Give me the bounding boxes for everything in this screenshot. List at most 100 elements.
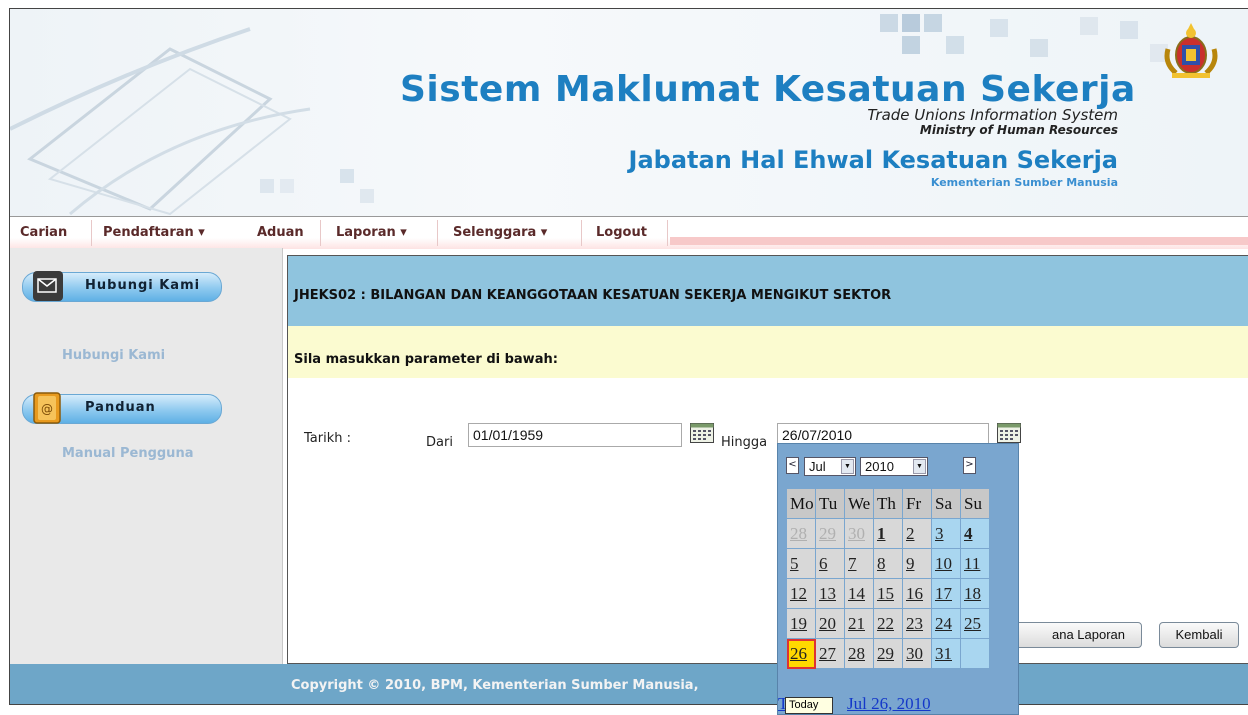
calendar-day[interactable]: 31 xyxy=(931,638,961,669)
calendar-day[interactable]: 25 xyxy=(960,608,990,639)
weekday-label: Mo xyxy=(786,488,816,519)
calendar-week-row: 28 29 30 1 2 3 4 xyxy=(786,518,990,549)
copyright-text: Copyright © 2010, BPM, Kementerian Sumbe… xyxy=(291,678,699,693)
parameter-bar: Sila masukkan parameter di bawah: xyxy=(288,326,1248,378)
year-select[interactable]: 2010 ▼ xyxy=(860,457,928,476)
nav-accent-bar xyxy=(670,237,1248,245)
weekday-label: We xyxy=(844,488,874,519)
calendar-day[interactable]: 5 xyxy=(786,548,816,579)
calendar-day[interactable]: 27 xyxy=(815,638,845,669)
chevron-down-icon: ▼ xyxy=(841,459,854,474)
sidebar: Hubungi Kami Hubungi Kami @ Panduan Manu… xyxy=(10,248,283,664)
nav-separator xyxy=(91,220,92,246)
calendar-day[interactable]: 29 xyxy=(873,638,903,669)
to-label: Hingga xyxy=(721,435,768,450)
calendar-icon[interactable] xyxy=(997,423,1021,443)
calendar-day[interactable]: 1 xyxy=(873,518,903,549)
calendar-day[interactable]: 2 xyxy=(902,518,932,549)
calendar-day[interactable]: 18 xyxy=(960,578,990,609)
calendar-day[interactable]: 28 xyxy=(844,638,874,669)
parameter-prompt: Sila masukkan parameter di bawah: xyxy=(294,352,558,367)
nav-separator xyxy=(320,220,321,246)
calendar-day[interactable]: 10 xyxy=(931,548,961,579)
book-icon: @ xyxy=(33,392,61,424)
user-manual-link[interactable]: Manual Pengguna xyxy=(62,446,193,461)
weekday-label: Th xyxy=(873,488,903,519)
date-label: Tarikh : xyxy=(304,431,351,446)
calendar-day[interactable]: 30 xyxy=(844,518,874,549)
calendar-day[interactable]: 17 xyxy=(931,578,961,609)
guide-button[interactable]: @ Panduan xyxy=(22,392,222,424)
calendar-day[interactable]: 6 xyxy=(815,548,845,579)
calendar-grid: Mo Tu We Th Fr Sa Su 28 29 30 1 2 3 4 5 … xyxy=(786,488,990,669)
generate-report-button[interactable]: ana Laporan xyxy=(998,622,1142,648)
month-select-value: Jul xyxy=(809,459,826,474)
nav-laporan[interactable]: Laporan ▾ xyxy=(336,225,407,240)
coat-of-arms-logo xyxy=(1164,23,1218,78)
prev-month-button[interactable]: < xyxy=(786,457,799,474)
report-panel: JHEKS02 : BILANGAN DAN KEANGGOTAAN KESAT… xyxy=(287,255,1248,664)
calendar-icon[interactable] xyxy=(690,423,714,443)
page-frame: Sistem Maklumat Kesatuan Sekerja Trade U… xyxy=(9,8,1248,705)
chevron-down-icon: ▼ xyxy=(913,459,926,474)
calendar-day[interactable]: 30 xyxy=(902,638,932,669)
calendar-day-empty xyxy=(960,638,990,669)
nav-separator xyxy=(437,220,438,246)
calendar-day[interactable]: 7 xyxy=(844,548,874,579)
department-name: Jabatan Hal Ehwal Kesatuan Sekerja xyxy=(628,146,1118,174)
calendar-week-row: 26 27 28 29 30 31 xyxy=(786,638,990,669)
calendar-day[interactable]: 29 xyxy=(815,518,845,549)
today-tooltip: Today xyxy=(785,697,833,714)
calendar-day[interactable]: 19 xyxy=(786,608,816,639)
ministry-name-ms: Kementerian Sumber Manusia xyxy=(930,176,1118,189)
calendar-day[interactable]: 12 xyxy=(786,578,816,609)
calendar-day[interactable]: 16 xyxy=(902,578,932,609)
report-title: JHEKS02 : BILANGAN DAN KEANGGOTAAN KESAT… xyxy=(294,288,892,303)
calendar-day[interactable]: 14 xyxy=(844,578,874,609)
calendar-day[interactable]: 28 xyxy=(786,518,816,549)
system-subtitle: Trade Unions Information System xyxy=(867,106,1118,124)
calendar-day[interactable]: 23 xyxy=(902,608,932,639)
calendar-day[interactable]: 9 xyxy=(902,548,932,579)
contact-us-link[interactable]: Hubungi Kami xyxy=(62,348,165,363)
calendar-day[interactable]: 11 xyxy=(960,548,990,579)
calendar-week-row: 5 6 7 8 9 10 11 xyxy=(786,548,990,579)
nav-pendaftaran[interactable]: Pendaftaran ▾ xyxy=(103,225,205,240)
svg-text:@: @ xyxy=(41,402,53,416)
back-button[interactable]: Kembali xyxy=(1159,622,1239,648)
weekday-label: Fr xyxy=(902,488,932,519)
mail-icon xyxy=(33,271,63,301)
weekday-label: Su xyxy=(960,488,990,519)
nav-aduan[interactable]: Aduan xyxy=(257,225,304,240)
calendar-day[interactable]: 13 xyxy=(815,578,845,609)
site-header: Sistem Maklumat Kesatuan Sekerja Trade U… xyxy=(10,9,1248,216)
contact-us-button-label: Hubungi Kami xyxy=(85,278,201,293)
month-select[interactable]: Jul ▼ xyxy=(804,457,856,476)
date-picker-popup: < Jul ▼ 2010 ▼ > Mo Tu We Th Fr Sa Su 28… xyxy=(777,443,1019,715)
date-picker-footer: T Jul 26, 2010 Today xyxy=(778,690,1018,714)
calendar-day-today[interactable]: 26 xyxy=(786,638,816,669)
from-label: Dari xyxy=(426,435,453,450)
nav-carian[interactable]: Carian xyxy=(20,225,67,240)
today-date-link[interactable]: Jul 26, 2010 xyxy=(847,694,931,714)
nav-logout[interactable]: Logout xyxy=(596,225,647,240)
nav-separator xyxy=(667,220,668,246)
calendar-day[interactable]: 4 xyxy=(960,518,990,549)
calendar-day[interactable]: 3 xyxy=(931,518,961,549)
calendar-day[interactable]: 20 xyxy=(815,608,845,639)
contact-us-button[interactable]: Hubungi Kami xyxy=(22,271,222,302)
calendar-week-row: 19 20 21 22 23 24 25 xyxy=(786,608,990,639)
weekday-header-row: Mo Tu We Th Fr Sa Su xyxy=(786,488,990,519)
system-title: Sistem Maklumat Kesatuan Sekerja xyxy=(400,69,1136,110)
nav-selenggara[interactable]: Selenggara ▾ xyxy=(453,225,547,240)
calendar-day[interactable]: 21 xyxy=(844,608,874,639)
calendar-day[interactable]: 15 xyxy=(873,578,903,609)
ministry-name-en: Ministry of Human Resources xyxy=(919,123,1118,137)
year-select-value: 2010 xyxy=(865,459,894,474)
next-month-button[interactable]: > xyxy=(963,457,976,474)
from-date-input[interactable] xyxy=(468,423,682,447)
calendar-day[interactable]: 22 xyxy=(873,608,903,639)
calendar-day[interactable]: 8 xyxy=(873,548,903,579)
weekday-label: Tu xyxy=(815,488,845,519)
calendar-day[interactable]: 24 xyxy=(931,608,961,639)
